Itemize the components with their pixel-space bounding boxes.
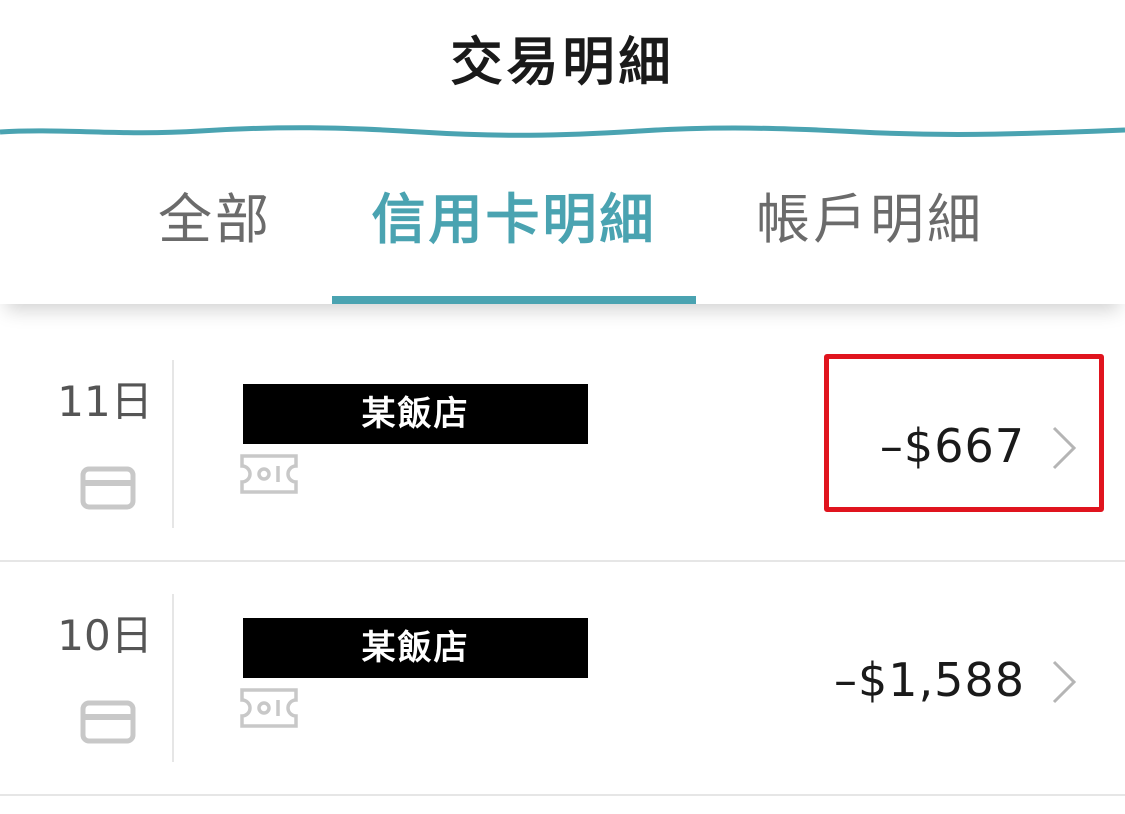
date-column: 11日 bbox=[40, 358, 170, 558]
chevron-right-icon[interactable] bbox=[1048, 422, 1080, 474]
transaction-row[interactable]: 11日 某飯店 –$667 bbox=[0, 328, 1125, 560]
transaction-amount: –$1,588 bbox=[834, 653, 1025, 707]
tab-account-details[interactable]: 帳戶明細 bbox=[740, 180, 1000, 260]
column-separator bbox=[172, 594, 174, 762]
active-tab-indicator bbox=[332, 296, 696, 304]
chevron-right-icon[interactable] bbox=[1048, 656, 1080, 708]
tab-all[interactable]: 全部 bbox=[140, 180, 290, 260]
credit-card-icon bbox=[80, 466, 136, 510]
date-column: 10日 bbox=[40, 592, 170, 792]
transaction-date: 11日 bbox=[57, 377, 153, 426]
column-separator bbox=[172, 360, 174, 528]
credit-card-icon bbox=[80, 700, 136, 744]
page-title: 交易明細 bbox=[450, 33, 675, 93]
row-divider bbox=[0, 794, 1125, 796]
merchant-name: 某飯店 bbox=[243, 384, 588, 444]
transaction-amount: –$667 bbox=[879, 419, 1025, 473]
transaction-row[interactable]: 10日 某飯店 –$1,588 bbox=[0, 562, 1125, 794]
transaction-list: 11日 某飯店 –$667 10日 某飯店 –$1,588 bbox=[0, 304, 1125, 814]
transaction-details-page: 交易明細 全部 信用卡明細 帳戶明細 11日 某飯店 –$667 10日 某飯店… bbox=[0, 0, 1125, 814]
header: 交易明細 bbox=[0, 0, 1125, 132]
tab-bar: 全部 信用卡明細 帳戶明細 bbox=[0, 138, 1125, 304]
coupon-icon bbox=[240, 688, 298, 728]
coupon-icon bbox=[240, 454, 298, 494]
merchant-name: 某飯店 bbox=[243, 618, 588, 678]
tab-credit-card-details[interactable]: 信用卡明細 bbox=[332, 180, 696, 260]
transaction-date: 10日 bbox=[57, 611, 153, 660]
